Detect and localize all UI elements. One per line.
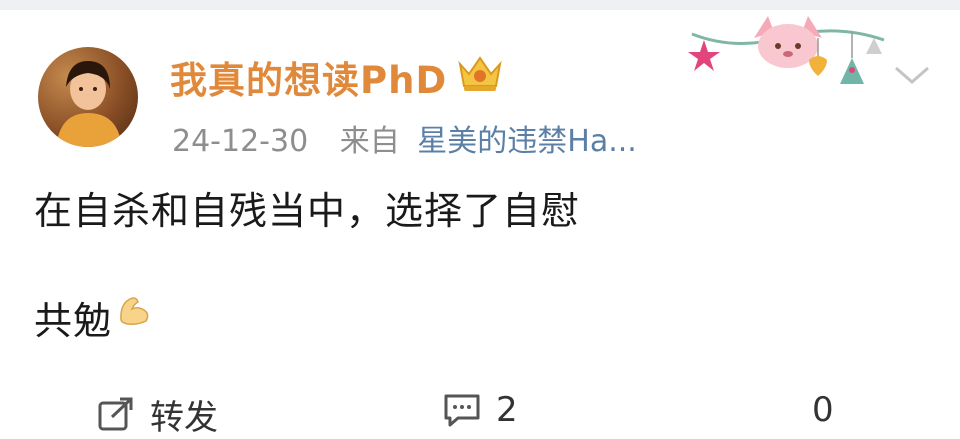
comment-count: 2 bbox=[496, 390, 518, 430]
like-count: 0 bbox=[812, 390, 834, 430]
post-content-line2: 共勉 bbox=[34, 299, 113, 343]
repost-icon bbox=[96, 395, 136, 435]
cartoon-fox-banner bbox=[688, 12, 888, 96]
username[interactable]: 我真的想读PhD bbox=[170, 50, 447, 104]
like-button[interactable]: 0 bbox=[812, 390, 834, 430]
repost-button[interactable]: 转发 bbox=[96, 390, 218, 439]
crown-vip-icon[interactable] bbox=[455, 52, 505, 98]
chevron-down-icon[interactable] bbox=[890, 60, 934, 94]
post-meta: 24-12-30 来自 星美的违禁Ha... bbox=[172, 116, 637, 160]
source-link[interactable]: 星美的违禁Ha... bbox=[417, 124, 637, 159]
top-strip bbox=[0, 0, 960, 10]
post-content-line1: 在自杀和自残当中，选择了自慰 bbox=[34, 189, 581, 233]
from-label: 来自 bbox=[339, 124, 400, 159]
repost-label: 转发 bbox=[150, 398, 218, 438]
comment-icon bbox=[442, 390, 482, 430]
post-date: 24-12-30 bbox=[172, 124, 309, 159]
flexed-biceps-emoji bbox=[116, 292, 152, 332]
avatar[interactable] bbox=[38, 47, 138, 147]
comment-button[interactable]: 2 bbox=[442, 390, 518, 430]
